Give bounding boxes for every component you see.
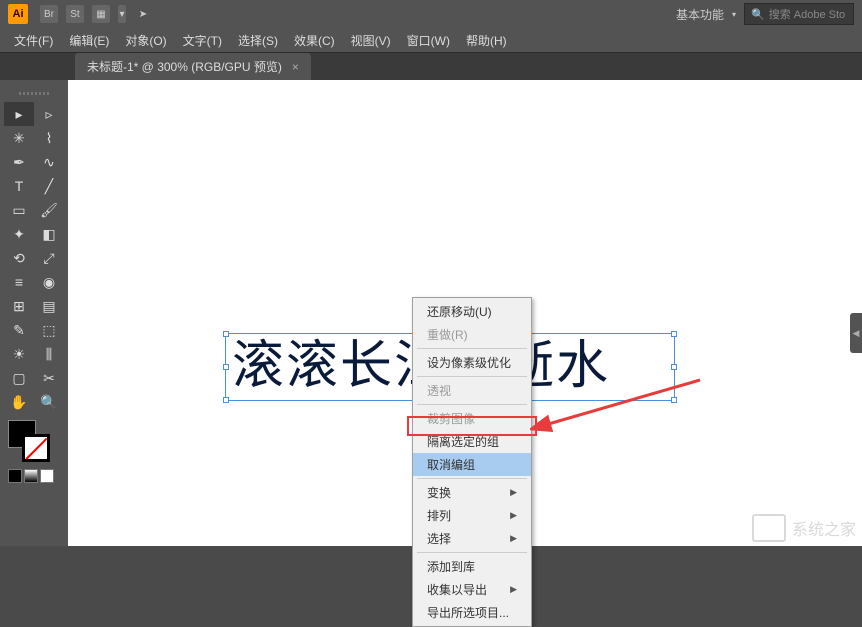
handle-top-right[interactable]	[671, 331, 677, 337]
warp-tool[interactable]: ◉	[34, 270, 64, 294]
document-tab[interactable]: 未标题-1* @ 300% (RGB/GPU 预览) ×	[75, 53, 311, 80]
ctx-label: 排列	[427, 507, 451, 524]
chevron-right-icon: ▶	[510, 510, 517, 521]
color-mode-row	[4, 469, 64, 483]
pen-tool[interactable]: ✒	[4, 150, 34, 174]
bridge-icon[interactable]: Br	[40, 5, 58, 23]
chevron-down-icon: ▾	[732, 10, 736, 19]
menu-select[interactable]: 选择(S)	[232, 30, 284, 51]
handle-bottom-left[interactable]	[223, 397, 229, 403]
selection-tool[interactable]: ▸	[4, 102, 34, 126]
panel-expand-handle[interactable]: ◀	[850, 313, 862, 353]
ctx-collect-export[interactable]: 收集以导出 ▶	[413, 578, 531, 601]
rotate-tool[interactable]: ⟲	[4, 246, 34, 270]
artboard-tool[interactable]: ▢	[4, 366, 34, 390]
ctx-add-to-library[interactable]: 添加到库	[413, 555, 531, 578]
rectangle-tool[interactable]: ▭	[4, 198, 34, 222]
brush-tool[interactable]: 🖌	[34, 198, 64, 222]
slice-tool[interactable]: ✂	[34, 366, 64, 390]
search-input[interactable]: 🔍 搜索 Adobe Sto	[744, 3, 854, 25]
close-icon[interactable]: ×	[292, 60, 299, 74]
blend-tool[interactable]: ⬚	[34, 318, 64, 342]
ctx-separator	[417, 404, 527, 405]
menu-object[interactable]: 对象(O)	[119, 30, 172, 51]
annotation-highlight-box	[407, 416, 537, 436]
line-tool[interactable]: ╱	[34, 174, 64, 198]
workspace-switcher[interactable]: 基本功能	[676, 6, 724, 23]
context-menu: 还原移动(U) 重做(R) 设为像素级优化 透视 裁剪图像 隔离选定的组 取消编…	[412, 297, 532, 627]
type-tool[interactable]: T	[4, 174, 34, 198]
width-tool[interactable]: ≡	[4, 270, 34, 294]
chevron-right-icon: ▶	[510, 533, 517, 544]
ctx-label: 收集以导出	[427, 581, 487, 598]
document-tab-bar: 未标题-1* @ 300% (RGB/GPU 预览) ×	[0, 52, 862, 80]
menu-edit[interactable]: 编辑(E)	[63, 30, 115, 51]
menu-help[interactable]: 帮助(H)	[460, 30, 513, 51]
watermark-logo-icon	[752, 514, 786, 542]
arrange-icon[interactable]: ▦	[92, 5, 110, 23]
ctx-separator	[417, 478, 527, 479]
title-bar: Ai Br St ▦ ▾ ➤ 基本功能 ▾ 🔍 搜索 Adobe Sto	[0, 0, 862, 28]
tab-title: 未标题-1* @ 300% (RGB/GPU 预览)	[87, 58, 282, 75]
fill-stroke-control[interactable]	[4, 420, 64, 465]
toolbox-grabber[interactable]	[4, 92, 64, 98]
handle-top-left[interactable]	[223, 331, 229, 337]
color-swatch[interactable]	[8, 469, 22, 483]
ctx-select[interactable]: 选择 ▶	[413, 527, 531, 550]
gradient-tool[interactable]: ▤	[34, 294, 64, 318]
ctx-label: 变换	[427, 484, 451, 501]
search-placeholder: 搜索 Adobe Sto	[769, 6, 845, 22]
ctx-perspective: 透视	[413, 379, 531, 402]
arrange-chevron[interactable]: ▾	[118, 5, 126, 23]
curvature-tool[interactable]: ∿	[34, 150, 64, 174]
chevron-right-icon: ▶	[510, 584, 517, 595]
eraser-tool[interactable]: ◧	[34, 222, 64, 246]
stock-icon[interactable]: St	[66, 5, 84, 23]
none-swatch[interactable]	[40, 469, 54, 483]
symbol-tool[interactable]: ☀	[4, 342, 34, 366]
mesh-tool[interactable]: ⊞	[4, 294, 34, 318]
lasso-tool[interactable]: ⌇	[34, 126, 64, 150]
watermark-text: 系统之家	[792, 516, 856, 540]
gradient-swatch[interactable]	[24, 469, 38, 483]
ctx-pixel-perfect[interactable]: 设为像素级优化	[413, 351, 531, 374]
ctx-separator	[417, 552, 527, 553]
eyedropper-tool[interactable]: ✎	[4, 318, 34, 342]
toolbox: ▸ ▹ ✳ ⌇ ✒ ∿ T ╱ ▭ 🖌 ✦ ◧ ⟲ ⤢ ≡ ◉ ⊞ ▤ ✎ ⬚ …	[0, 80, 68, 546]
scale-tool[interactable]: ⤢	[34, 246, 64, 270]
direct-selection-tool[interactable]: ▹	[34, 102, 64, 126]
app-logo: Ai	[8, 4, 28, 24]
menu-type[interactable]: 文字(T)	[177, 30, 228, 51]
stroke-swatch[interactable]	[22, 434, 50, 462]
menu-effect[interactable]: 效果(C)	[288, 30, 341, 51]
graph-tool[interactable]: ⫼	[34, 342, 64, 366]
ctx-label: 选择	[427, 530, 451, 547]
handle-mid-left[interactable]	[223, 364, 229, 370]
search-icon: 🔍	[751, 8, 765, 21]
menu-file[interactable]: 文件(F)	[8, 30, 59, 51]
ctx-export-selection[interactable]: 导出所选项目...	[413, 601, 531, 624]
ctx-ungroup[interactable]: 取消编组	[413, 453, 531, 476]
ctx-separator	[417, 348, 527, 349]
quill-icon[interactable]: ➤	[134, 5, 152, 23]
ctx-undo-move[interactable]: 还原移动(U)	[413, 300, 531, 323]
magic-wand-tool[interactable]: ✳	[4, 126, 34, 150]
menu-bar: 文件(F) 编辑(E) 对象(O) 文字(T) 选择(S) 效果(C) 视图(V…	[0, 28, 862, 52]
menu-window[interactable]: 窗口(W)	[401, 30, 456, 51]
menu-view[interactable]: 视图(V)	[345, 30, 397, 51]
ctx-transform[interactable]: 变换 ▶	[413, 481, 531, 504]
ctx-separator	[417, 376, 527, 377]
ctx-arrange[interactable]: 排列 ▶	[413, 504, 531, 527]
watermark: 系统之家	[752, 514, 856, 542]
annotation-arrow	[530, 370, 710, 440]
shaper-tool[interactable]: ✦	[4, 222, 34, 246]
chevron-right-icon: ▶	[510, 487, 517, 498]
zoom-tool[interactable]: 🔍	[34, 390, 64, 414]
hand-tool[interactable]: ✋	[4, 390, 34, 414]
ctx-redo: 重做(R)	[413, 323, 531, 346]
